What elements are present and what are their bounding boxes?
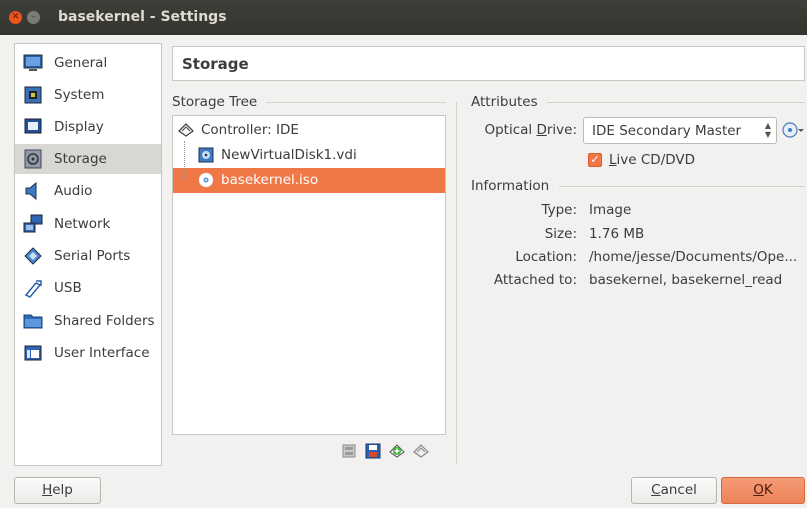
sidebar-item-serial-ports[interactable]: Serial Ports	[15, 241, 161, 271]
group-divider	[547, 102, 805, 103]
tree-item-label: NewVirtualDisk1.vdi	[221, 147, 357, 163]
tree-item-controller-ide[interactable]: Controller: IDE	[173, 118, 445, 143]
tree-item-label: Controller: IDE	[201, 122, 299, 138]
info-size-label: Size:	[544, 226, 577, 242]
sidebar-item-label: Shared Folders	[54, 313, 155, 329]
sidebar-item-label: Storage	[54, 151, 107, 167]
group-divider	[266, 102, 446, 103]
save-icon[interactable]	[365, 443, 381, 459]
sidebar-item-user-interface[interactable]: User Interface	[15, 338, 161, 368]
optical-drive-select[interactable]: IDE Secondary Master ▲ ▼	[583, 117, 777, 144]
minimize-window-button[interactable]: –	[27, 11, 40, 24]
live-cd-label[interactable]: Live CD/DVD	[609, 152, 695, 168]
sidebar-item-network[interactable]: Network	[15, 209, 161, 239]
choose-disk-button[interactable]	[781, 121, 805, 139]
cancel-button[interactable]: Cancel	[631, 477, 717, 504]
storage-icon	[24, 149, 42, 169]
sidebar-item-label: Audio	[54, 183, 93, 199]
group-divider	[559, 186, 805, 187]
panel-separator	[456, 102, 457, 464]
add-attachment-icon[interactable]	[389, 443, 405, 459]
tree-item-label: basekernel.iso	[221, 172, 319, 188]
help-button[interactable]: Help	[14, 477, 101, 504]
system-icon	[24, 86, 42, 104]
sidebar-item-label: User Interface	[54, 345, 150, 361]
spinner-arrows-icon: ▲ ▼	[764, 121, 771, 139]
sidebar-item-general[interactable]: General	[15, 48, 161, 78]
minimize-icon: –	[31, 12, 36, 22]
info-attached-to-label: Attached to:	[493, 272, 577, 288]
attributes-label: Attributes	[471, 94, 538, 110]
general-icon	[23, 54, 43, 71]
info-type-label: Type:	[541, 202, 577, 218]
sidebar-item-audio[interactable]: Audio	[15, 176, 161, 206]
close-window-button[interactable]: ✕	[9, 11, 22, 24]
tree-item-virtual-disk[interactable]: NewVirtualDisk1.vdi	[173, 143, 445, 168]
sidebar-item-label: Display	[54, 119, 104, 135]
sidebar-item-shared-folders[interactable]: Shared Folders	[15, 306, 161, 336]
network-icon	[23, 214, 43, 233]
usb-icon	[24, 280, 42, 298]
display-icon	[24, 118, 42, 134]
page-title: Storage	[182, 55, 249, 73]
sidebar-item-display[interactable]: Display	[15, 112, 161, 142]
info-attached-to-value: basekernel, basekernel_read	[589, 272, 783, 288]
close-icon: ✕	[11, 12, 20, 22]
settings-sidebar: General System Display Storage Audio Net…	[14, 43, 162, 466]
sidebar-item-label: General	[54, 55, 108, 71]
optical-disc-icon	[198, 172, 214, 188]
check-icon: ✓	[590, 153, 600, 166]
tree-item-basekernel-iso[interactable]: basekernel.iso	[173, 168, 445, 193]
sidebar-item-label: Serial Ports	[54, 248, 131, 264]
page-header: Storage	[172, 46, 805, 81]
storage-tree-label: Storage Tree	[172, 94, 258, 110]
optical-drive-label: Optical Drive:	[484, 122, 577, 138]
info-location-value: /home/jesse/Documents/Ope...	[589, 249, 798, 265]
window-title: basekernel - Settings	[58, 9, 227, 25]
serial-ports-icon	[24, 247, 42, 265]
optical-drive-value: IDE Secondary Master	[592, 123, 742, 139]
sidebar-item-usb[interactable]: USB	[15, 273, 161, 303]
sidebar-item-label: Network	[54, 216, 111, 232]
sidebar-item-label: System	[54, 87, 105, 103]
info-size-value: 1.76 MB	[589, 226, 645, 242]
ok-button[interactable]: OK	[721, 477, 805, 504]
info-type-value: Image	[589, 202, 632, 218]
storage-tree[interactable]: Controller: IDE NewVirtualDisk1.vdi base…	[172, 115, 446, 435]
shared-folders-icon	[23, 314, 43, 329]
tree-connector	[184, 141, 185, 181]
hard-disk-icon	[198, 147, 214, 163]
title-bar: ✕ – basekernel - Settings	[0, 0, 807, 35]
remove-controller-icon[interactable]	[413, 443, 429, 459]
sidebar-item-label: USB	[54, 280, 82, 296]
controller-properties-icon[interactable]	[341, 443, 357, 459]
user-interface-icon	[24, 345, 42, 361]
sidebar-item-system[interactable]: System	[15, 80, 161, 110]
audio-icon	[25, 181, 37, 201]
info-location-label: Location:	[515, 249, 577, 265]
sidebar-item-storage[interactable]: Storage	[15, 144, 161, 174]
controller-ide-icon	[178, 123, 194, 137]
live-cd-checkbox[interactable]: ✓	[588, 153, 602, 167]
information-label: Information	[471, 178, 550, 194]
